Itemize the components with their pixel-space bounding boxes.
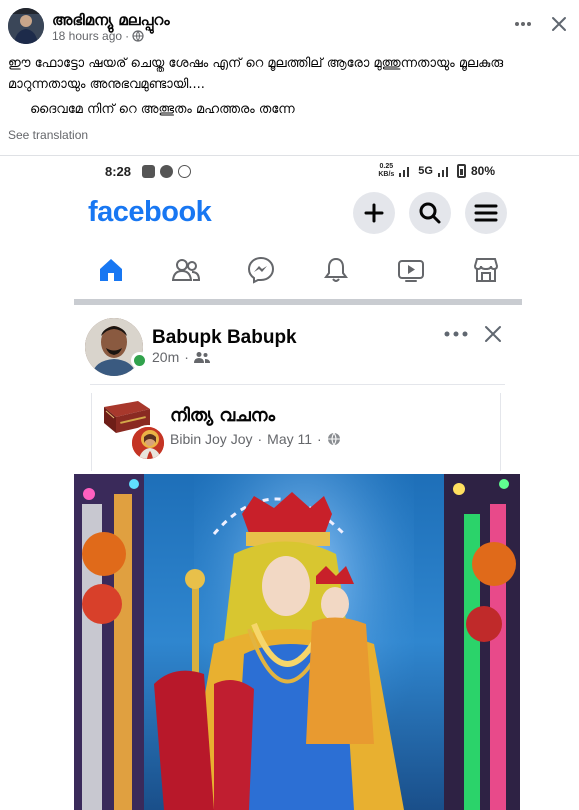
- shared-post-title[interactable]: നിത്യ വചനം: [170, 405, 275, 426]
- shared-post-meta: Bibin Joy Joy · May 11 ·: [170, 431, 341, 447]
- meta-separator: ·: [257, 431, 263, 447]
- header-actions: [511, 12, 571, 36]
- message-icon: [142, 165, 155, 178]
- inner-post-meta: 20m ·: [152, 349, 210, 365]
- see-translation-link[interactable]: See translation: [8, 128, 88, 142]
- facebook-nav-bar: [76, 250, 522, 292]
- post-text: ഈ ഫോട്ടോ ഷയര് ചെയ്ത ശേഷം എന് റെ മൂലത്തില…: [8, 53, 568, 120]
- search-icon[interactable]: [409, 192, 451, 234]
- status-bar: 8:28 0.25 KB/s 5G 80%: [105, 160, 495, 184]
- status-right: 0.25 KB/s 5G 80%: [378, 163, 495, 179]
- nav-divider: [74, 299, 522, 305]
- meta-separator: ·: [317, 431, 322, 447]
- messenger-icon[interactable]: [241, 250, 281, 290]
- inner-divider: [90, 384, 505, 385]
- globe-icon[interactable]: [132, 30, 144, 42]
- online-status-indicator: [131, 352, 148, 369]
- watch-icon[interactable]: [391, 250, 431, 290]
- add-icon[interactable]: [353, 192, 395, 234]
- facebook-top-actions: [353, 192, 507, 234]
- shared-author-avatar[interactable]: [130, 425, 166, 461]
- menu-icon[interactable]: [465, 192, 507, 234]
- author-name[interactable]: അഭിമന്യു മലപ്പുറം: [52, 11, 170, 29]
- close-icon[interactable]: [484, 325, 502, 343]
- meta-separator: ·: [184, 349, 189, 365]
- shared-post-photo[interactable]: [74, 474, 520, 810]
- app-notification-icon: [160, 165, 173, 178]
- status-notification-icons: [142, 165, 191, 178]
- friends-audience-icon[interactable]: [193, 351, 210, 363]
- post-text-line2: ദൈവമേ നിന് റെ അത്ഭുതം മഹത്തരം തന്നേ: [30, 102, 295, 117]
- post-timestamp[interactable]: 18 hours ago: [52, 29, 122, 43]
- friends-icon[interactable]: [166, 250, 206, 290]
- close-icon[interactable]: [547, 12, 571, 36]
- facebook-logo[interactable]: facebook: [88, 196, 212, 229]
- network-speed: 0.25 KB/s: [378, 163, 394, 179]
- network-type: 5G: [418, 165, 433, 177]
- signal-icon-2: [437, 167, 448, 177]
- shared-post-date[interactable]: May 11: [267, 431, 312, 447]
- more-options-icon[interactable]: [511, 12, 535, 36]
- inner-author-name[interactable]: Babupk Babupk: [152, 327, 297, 349]
- author-avatar[interactable]: [8, 8, 44, 44]
- speed-unit: KB/s: [378, 171, 395, 178]
- post-header: അഭിമന്യു മലപ്പുറം 18 hours ago ·: [8, 8, 571, 48]
- home-icon[interactable]: [91, 250, 131, 290]
- speed-value: 0.25: [379, 163, 394, 170]
- notifications-icon[interactable]: [316, 250, 356, 290]
- shared-post-author[interactable]: Bibin Joy Joy: [170, 431, 252, 447]
- meta-separator: ·: [125, 29, 130, 43]
- inner-post-timestamp[interactable]: 20m: [152, 349, 179, 365]
- inner-post-actions: [444, 325, 502, 343]
- facebook-notification-icon: [178, 165, 191, 178]
- post-meta: 18 hours ago ·: [52, 29, 144, 43]
- marketplace-icon[interactable]: [466, 250, 506, 290]
- globe-icon[interactable]: [327, 432, 341, 446]
- post-text-line1: ഈ ഫോട്ടോ ഷയര് ചെയ്ത ശേഷം എന് റെ മൂലത്തില…: [8, 56, 504, 92]
- more-options-icon[interactable]: [444, 331, 468, 337]
- battery-icon: [456, 164, 466, 178]
- signal-icon: [399, 167, 410, 177]
- battery-level: 80%: [470, 164, 495, 178]
- divider: [0, 155, 579, 156]
- status-time: 8:28: [105, 164, 132, 179]
